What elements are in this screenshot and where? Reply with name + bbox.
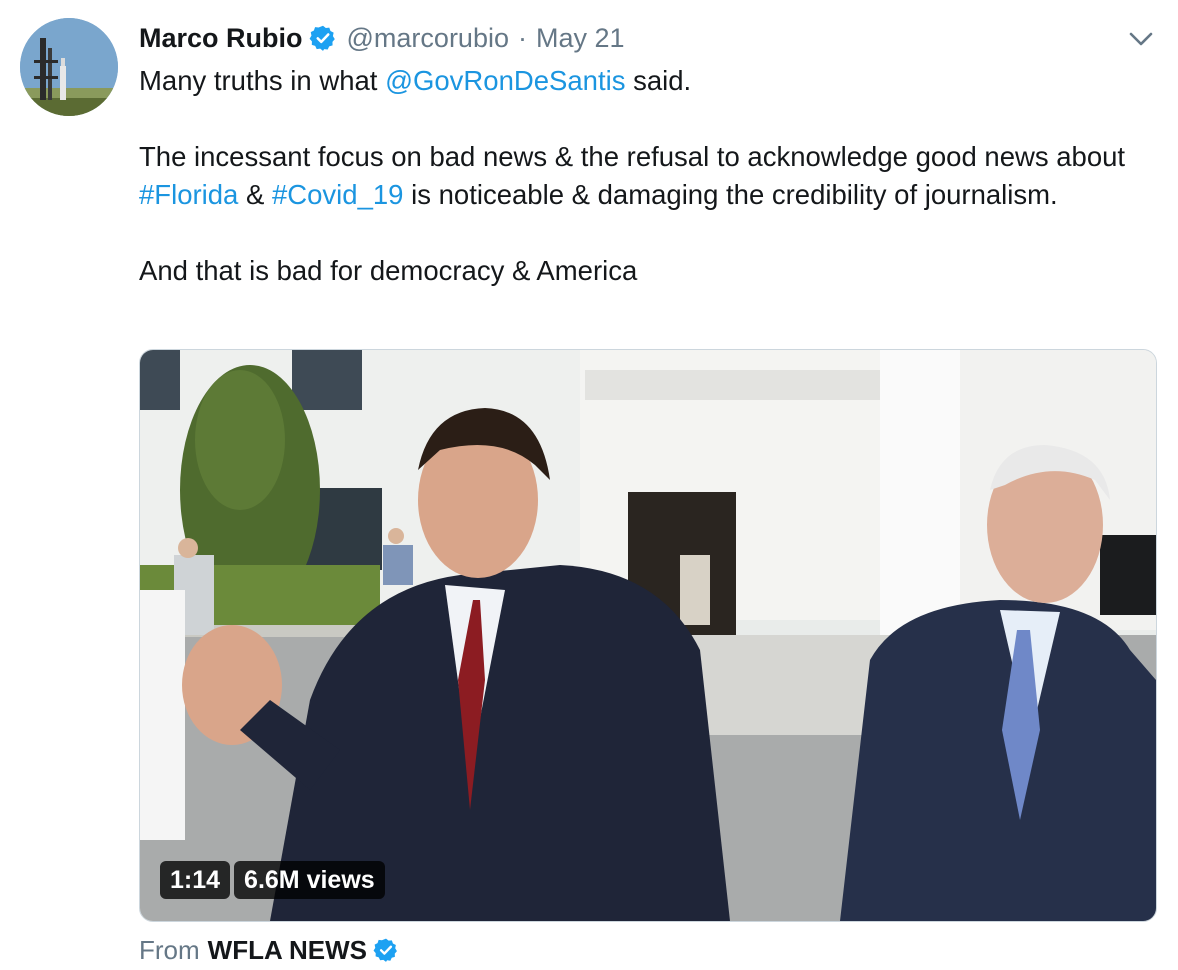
hashtag-link-covid[interactable]: #Covid_19 [272,179,403,210]
text-segment: said. [625,65,692,96]
hashtag-link-florida[interactable]: #Florida [139,179,238,210]
source-name-link[interactable]: WFLA NEWS [208,935,367,966]
tweet-date[interactable]: May 21 [536,23,625,54]
video-views: 6.6M views [234,861,385,899]
header-separator: · [517,22,527,53]
mention-link[interactable]: @GovRonDeSantis [385,65,625,96]
avatar-image [20,18,118,116]
avatar[interactable] [20,18,118,116]
video-thumbnail [140,350,1156,921]
verified-badge-icon [373,937,399,963]
video-player[interactable]: 1:14 6.6M views [139,349,1157,922]
verified-badge-icon [309,24,337,52]
chevron-down-icon[interactable] [1126,24,1156,54]
video-duration: 1:14 [160,861,231,899]
author-handle[interactable]: @marcorubio [347,23,509,54]
video-overlay: 1:14 6.6M views [160,861,385,899]
text-segment: is noticeable & damaging the credibility… [403,179,1058,210]
tweet-paragraph-2: The incessant focus on bad news & the re… [139,138,1149,214]
author-name[interactable]: Marco Rubio [139,23,303,54]
tweet-header: Marco Rubio @marcorubio · May 21 [139,20,625,56]
text-segment: Many truths in what [139,65,386,96]
source-from-label: From [139,934,200,965]
text-segment: The incessant focus on bad news & the re… [139,141,1126,172]
tweet-paragraph-1: Many truths in what @GovRonDeSantis said… [139,62,1149,100]
text-segment: & [238,179,272,210]
tweet-text: Many truths in what @GovRonDeSantis said… [139,62,1149,290]
video-source: From WFLA NEWS [139,930,399,970]
tweet-paragraph-3: And that is bad for democracy & America [139,255,638,286]
